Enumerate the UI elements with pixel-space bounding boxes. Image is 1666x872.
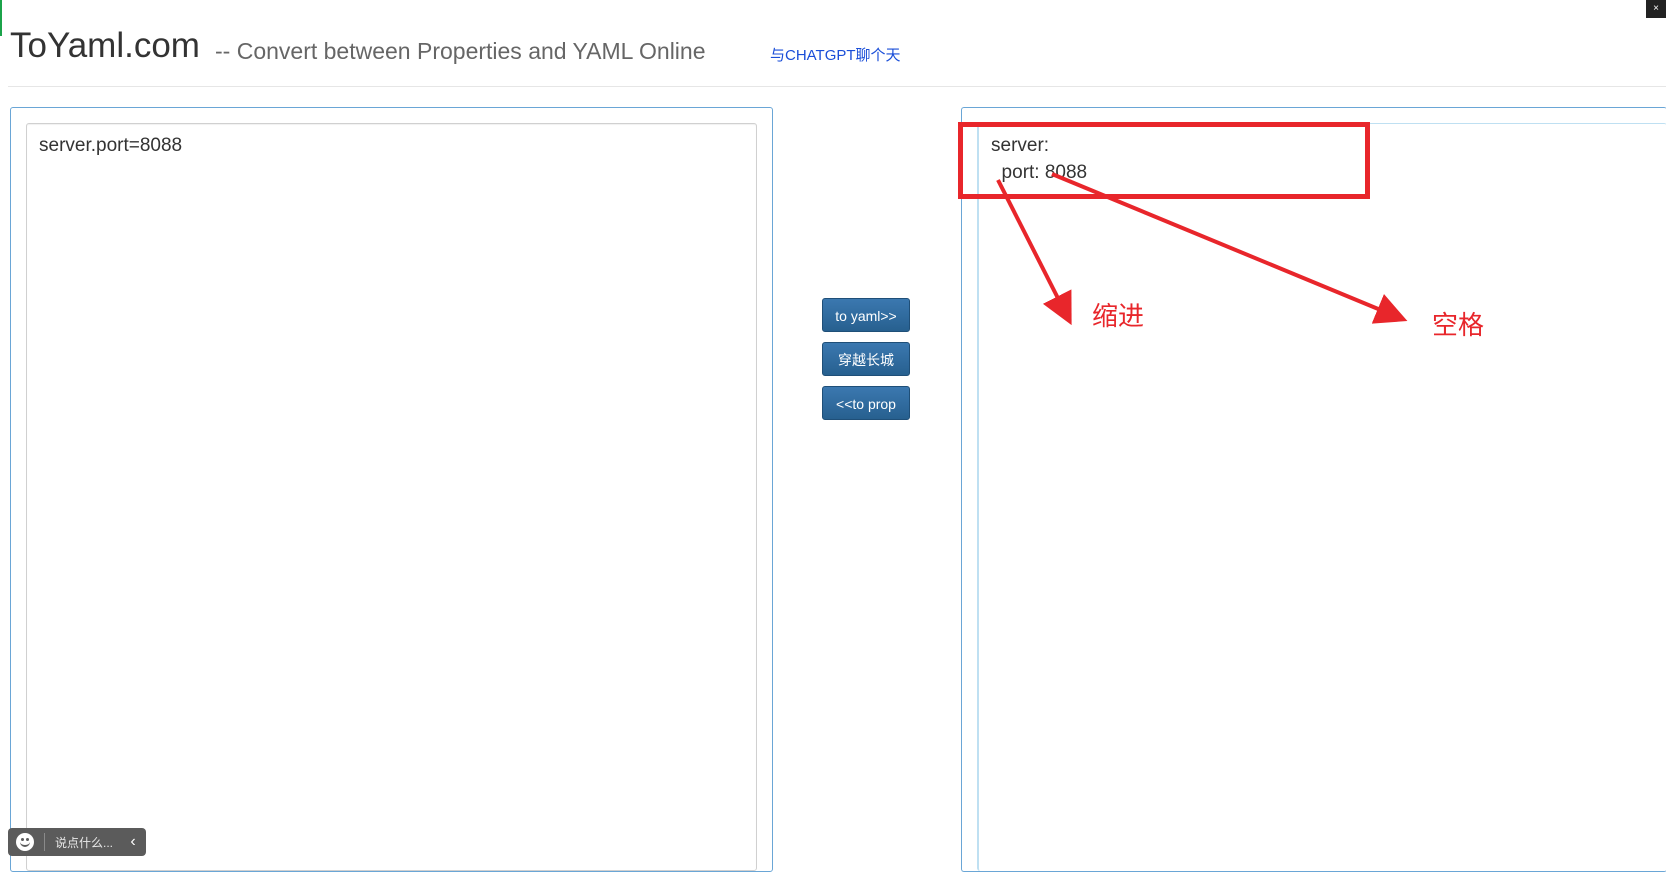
header-divider [8,86,1666,87]
chat-input-placeholder[interactable]: 说点什么... [55,834,120,851]
left-edge-marker [0,0,2,36]
chevron-left-icon[interactable]: ‹ [120,833,146,851]
yaml-panel: server: port: 8088 [961,107,1666,872]
to-yaml-button[interactable]: to yaml>> [822,298,910,332]
site-brand[interactable]: ToYaml.com [10,26,200,66]
space-annotation-label: 空格 [1432,311,1485,341]
cross-wall-button[interactable]: 穿越长城 [822,342,910,376]
indent-annotation-label: 缩进 [1092,302,1145,332]
properties-input[interactable]: server.port=8088 [26,123,757,871]
smile-icon[interactable] [16,833,34,851]
chat-divider [44,833,45,851]
convert-buttons: to yaml>> 穿越长城 <<to prop [822,298,910,430]
yaml-output[interactable]: server: port: 8088 [977,123,1666,871]
to-prop-button[interactable]: <<to prop [822,386,910,420]
properties-panel: server.port=8088 [10,107,773,872]
close-icon[interactable]: × [1646,0,1666,18]
chat-widget[interactable]: 说点什么... ‹ [8,828,146,856]
chatgpt-link[interactable]: 与CHATGPT聊个天 [770,44,901,65]
site-subtitle: -- Convert between Properties and YAML O… [215,38,706,64]
